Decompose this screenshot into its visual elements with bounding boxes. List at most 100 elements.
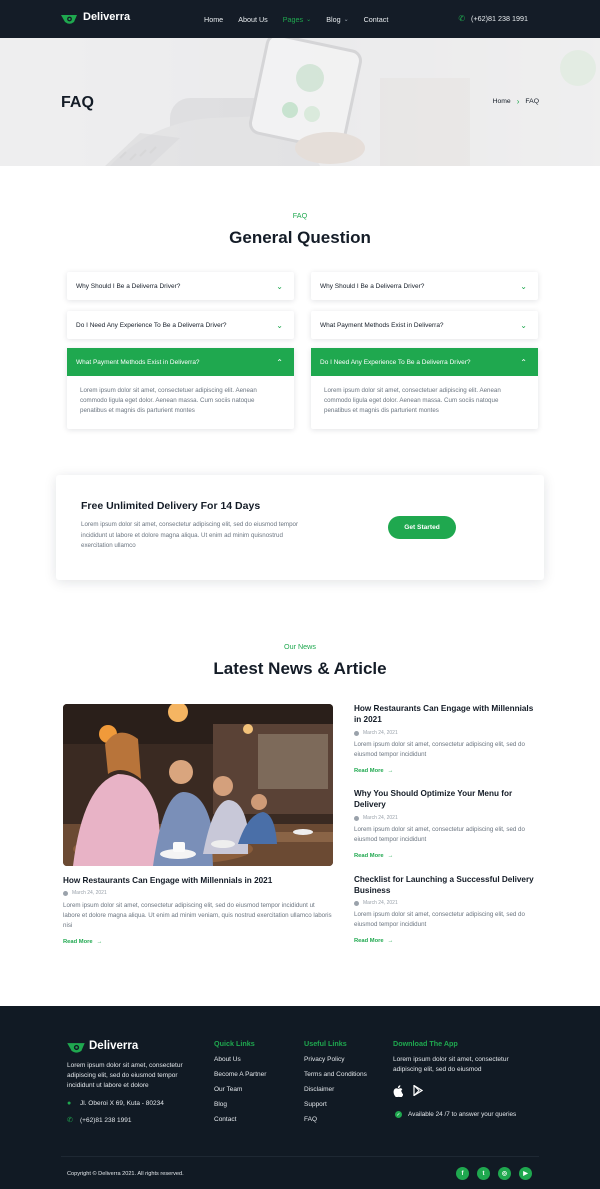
nav-blog[interactable]: Blog ⌄ <box>326 15 348 24</box>
location-pin-icon: ● <box>67 1100 72 1107</box>
featured-article-excerpt: Lorem ipsum dolor sit amet, consectetur … <box>63 902 332 930</box>
faq-item[interactable]: Why Should I Be a Deliverra Driver? ⌄ <box>67 272 294 300</box>
faq-question-text: What Payment Methods Exist in Deliverra? <box>76 358 200 366</box>
header-phone[interactable]: ✆ (+62)81 238 1991 <box>458 14 528 23</box>
faq-question[interactable]: Why Should I Be a Deliverra Driver? ⌄ <box>67 272 294 300</box>
main-menu: Home About Us Pages ⌄ Blog ⌄ Contact <box>204 0 403 38</box>
faq-question[interactable]: Why Should I Be a Deliverra Driver? ⌄ <box>311 272 538 300</box>
faq-question-text: Why Should I Be a Deliverra Driver? <box>320 282 425 290</box>
phone-icon: ✆ <box>67 1117 73 1124</box>
news-title: Latest News & Article <box>213 659 387 678</box>
read-more-label: Read More <box>63 939 93 945</box>
app-store-links <box>393 1084 424 1100</box>
faq-answer: Lorem ipsum dolor sit amet, consectetuer… <box>324 387 501 415</box>
breadcrumb: Home › FAQ <box>493 97 539 106</box>
faq-item[interactable]: Why Should I Be a Deliverra Driver? ⌄ <box>311 272 538 300</box>
footer-brand-name: Deliverra <box>89 1040 139 1052</box>
article-excerpt: Lorem ipsum dolor sit amet, consectetur … <box>354 911 525 929</box>
brand-logo[interactable]: Deliverra <box>61 11 131 24</box>
faq-question-text: Do I Need Any Experience To Be a Deliver… <box>320 358 471 366</box>
nav-pages[interactable]: Pages ⌄ <box>283 15 311 24</box>
chevron-down-icon: ⌄ <box>306 16 312 23</box>
faq-item-open[interactable]: Do I Need Any Experience To Be a Deliver… <box>311 348 538 429</box>
article-title[interactable]: How Restaurants Can Engage with Millenni… <box>354 703 539 725</box>
footer-link-privacy[interactable]: Privacy Policy <box>304 1056 367 1071</box>
chevron-down-icon: ⌄ <box>520 281 527 291</box>
read-more-label: Read More <box>354 768 384 774</box>
article-date: March 24, 2021 <box>354 730 398 736</box>
nav-about-label: About Us <box>238 14 268 24</box>
chevron-down-icon: ⌄ <box>520 320 527 330</box>
faq-question[interactable]: Do I Need Any Experience To Be a Deliver… <box>311 348 538 376</box>
faq-question[interactable]: Do I Need Any Experience To Be a Deliver… <box>67 311 294 339</box>
chevron-down-icon: ⌄ <box>276 281 283 291</box>
article-date: March 24, 2021 <box>354 900 398 906</box>
featured-article-image[interactable] <box>63 704 333 866</box>
article-date-text: March 24, 2021 <box>363 730 398 736</box>
nav-home[interactable]: Home <box>204 15 223 24</box>
footer-brand-logo[interactable]: Deliverra <box>67 1040 139 1053</box>
top-navbar: Deliverra Home About Us Pages ⌄ Blog ⌄ Con… <box>0 0 600 38</box>
chevron-up-icon: ⌃ <box>520 357 527 367</box>
footer-link-support[interactable]: Support <box>304 1101 367 1116</box>
instagram-icon[interactable]: ◎ <box>498 1167 511 1180</box>
chevron-right-icon: › <box>516 97 520 106</box>
nav-contact-label: Contact <box>363 14 389 24</box>
facebook-icon[interactable]: f <box>456 1167 469 1180</box>
useful-links-heading: Useful Links <box>304 1039 347 1048</box>
article-title[interactable]: Why You Should Optimize Your Menu for De… <box>354 788 539 810</box>
footer-link-faq[interactable]: FAQ <box>304 1116 367 1131</box>
faq-question-text: Why Should I Be a Deliverra Driver? <box>76 282 181 290</box>
nav-contact[interactable]: Contact <box>364 15 389 24</box>
twitter-icon[interactable]: t <box>477 1167 490 1180</box>
read-more-link[interactable]: Read More → <box>63 939 102 945</box>
read-more-link[interactable]: Read More → <box>354 938 393 944</box>
footer-link-about[interactable]: About Us <box>214 1056 266 1071</box>
get-started-button[interactable]: Get Started <box>388 516 456 539</box>
promo-text: Lorem ipsum dolor sit amet, consectetur … <box>81 521 299 549</box>
read-more-link[interactable]: Read More → <box>354 768 393 774</box>
footer-phone[interactable]: ✆ (+62)81 238 1991 <box>67 1116 132 1125</box>
apple-icon[interactable] <box>393 1085 404 1100</box>
clock-icon <box>63 890 68 896</box>
faq-title: General Question <box>229 228 371 247</box>
chevron-up-icon: ⌃ <box>276 357 283 367</box>
footer-link-blog[interactable]: Blog <box>214 1101 266 1116</box>
google-play-icon[interactable] <box>413 1084 424 1100</box>
faq-item[interactable]: Do I Need Any Experience To Be a Deliver… <box>67 311 294 339</box>
faq-question[interactable]: What Payment Methods Exist in Deliverra?… <box>311 311 538 339</box>
featured-article-title[interactable]: How Restaurants Can Engage with Millenni… <box>63 875 333 886</box>
check-icon: ✓ <box>395 1111 402 1118</box>
faq-eyebrow: FAQ <box>292 211 308 220</box>
clock-icon <box>354 815 359 821</box>
footer-link-contact[interactable]: Contact <box>214 1116 266 1131</box>
footer-address: ● Jl. Oberoi X 69, Kuta - 80234 <box>67 1100 164 1107</box>
youtube-icon[interactable]: ▶ <box>519 1167 532 1180</box>
article-excerpt: Lorem ipsum dolor sit amet, consectetur … <box>354 826 525 844</box>
faq-answer: Lorem ipsum dolor sit amet, consectetuer… <box>80 387 257 415</box>
faq-question[interactable]: What Payment Methods Exist in Deliverra?… <box>67 348 294 376</box>
brand-name: Deliverra <box>83 11 131 23</box>
article-date: March 24, 2021 <box>63 890 107 896</box>
footer-link-disclaimer[interactable]: Disclaimer <box>304 1086 367 1101</box>
read-more-label: Read More <box>354 938 384 944</box>
footer-link-terms[interactable]: Terms and Conditions <box>304 1071 367 1086</box>
promo-banner: Free Unlimited Delivery For 14 Days Lore… <box>56 475 544 580</box>
breadcrumb-home[interactable]: Home <box>493 98 511 105</box>
nav-about[interactable]: About Us <box>238 15 268 24</box>
read-more-link[interactable]: Read More → <box>354 853 393 859</box>
breadcrumb-current: FAQ <box>525 98 539 105</box>
useful-links-list: Privacy Policy Terms and Conditions Disc… <box>304 1056 367 1131</box>
social-links: f t ◎ ▶ <box>456 1167 532 1180</box>
nav-blog-label: Blog <box>326 14 341 24</box>
download-app-text: Lorem ipsum dolor sit amet, consectetur … <box>393 1056 509 1074</box>
footer-link-partner[interactable]: Become A Partner <box>214 1071 266 1086</box>
header-phone-number: (+62)81 238 1991 <box>471 14 528 23</box>
footer-link-team[interactable]: Our Team <box>214 1086 266 1101</box>
article-date-text: March 24, 2021 <box>363 900 398 906</box>
footer-address-text: Jl. Oberoi X 69, Kuta - 80234 <box>80 1100 164 1107</box>
download-app-heading: Download The App <box>393 1039 458 1048</box>
article-title[interactable]: Checklist for Launching a Successful Del… <box>354 874 539 896</box>
faq-item-open[interactable]: What Payment Methods Exist in Deliverra?… <box>67 348 294 429</box>
faq-item[interactable]: What Payment Methods Exist in Deliverra?… <box>311 311 538 339</box>
